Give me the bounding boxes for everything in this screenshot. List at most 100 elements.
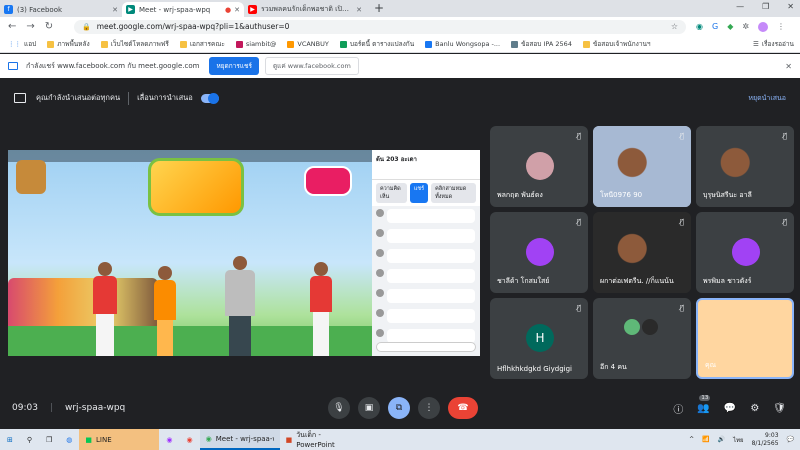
extension-icon[interactable]: ◉ (696, 22, 703, 31)
meeting-info: 09:03 | wrj-spaa-wpq (12, 403, 125, 413)
new-tab-button[interactable]: + (374, 1, 384, 15)
close-tab-icon[interactable]: ✕ (356, 6, 362, 14)
close-icon[interactable]: ✕ (785, 62, 792, 71)
volume-icon[interactable]: 🔊 (718, 436, 725, 443)
meet-control-bar: 09:03 | wrj-spaa-wpq 🎙 ▣ ⧉ ⋮ ☎ ⓘ 👥 13 💬 ⚙… (0, 387, 800, 429)
puzzle-icon[interactable]: ✲ (742, 22, 749, 31)
participant-tile[interactable]: 🎙̸ อีก 4 คน (593, 298, 691, 379)
chrome-icon[interactable]: ◉ (180, 429, 200, 450)
bookmark-item[interactable]: บอร์ดนี้ ตารางแปลงกัน (339, 39, 414, 49)
participant-tile[interactable]: คุณ (696, 298, 794, 379)
folder-icon (100, 40, 108, 48)
participant-tile[interactable]: 🎙̸ ผกาต่อเฟตรีน. //ก็แนน้น (593, 212, 691, 293)
stop-sharing-button[interactable]: หยุดการแชร์ (209, 57, 259, 75)
window-controls: — ❐ ✕ (736, 2, 794, 11)
language-indicator[interactable]: ไทย (733, 435, 744, 445)
bookmark-item[interactable]: ข้อสอบเจ้าพนักงานฯ (582, 39, 651, 49)
back-icon[interactable]: ← (8, 21, 16, 32)
messenger-icon[interactable]: ◉ (159, 429, 179, 450)
comment-bubble (387, 329, 475, 343)
taskbar-line[interactable]: ■ LINE (79, 429, 160, 450)
bookmark-apps[interactable]: ⋮⋮ แอป (8, 39, 36, 49)
url-bar[interactable]: 🔒 meet.google.com/wrj-spaa-wpq?pli=1&aut… (74, 19, 686, 34)
participant-tile[interactable]: 🎙̸ บุรุษนิสรีนะ อาลี (696, 126, 794, 207)
reading-list[interactable]: ☰ เรื่องรออ่าน (753, 39, 794, 49)
bookmark-item[interactable]: ข้อสอบ IPA 2564 (511, 39, 572, 49)
comment-item (372, 246, 480, 266)
participant-name: อีก 4 คน (600, 363, 627, 371)
present-now-icon[interactable]: ⧉ (388, 397, 410, 419)
close-tab-icon[interactable]: ✕ (234, 6, 240, 14)
lock-icon[interactable]: 🔒 (82, 23, 91, 31)
participant-tile[interactable]: 🎙̸ พลกฤต พันธ์ดง (490, 126, 588, 207)
windows-start-icon[interactable]: ⊞ (0, 429, 20, 450)
tab-share[interactable]: แชร์ (409, 183, 429, 203)
tab-meet[interactable]: ▶ Meet - wrj-spaa-wpq ● ✕ (122, 2, 244, 17)
close-window-icon[interactable]: ✕ (787, 2, 794, 11)
bookmark-star-icon[interactable]: ☆ (671, 22, 678, 31)
comment-input[interactable] (376, 342, 476, 352)
tray-chevron-icon[interactable]: ^ (689, 436, 694, 443)
hang-up-icon[interactable]: ☎ (448, 397, 478, 419)
comment-bubble (387, 269, 475, 283)
edge-icon[interactable]: ◍ (59, 429, 79, 450)
maximize-icon[interactable]: ❐ (762, 2, 769, 11)
tab-comments[interactable]: ความคิดเห็น (376, 183, 407, 203)
participant-tile[interactable]: 🎙̸ ชาลีด้า โกสมใสย์ (490, 212, 588, 293)
taskbar-meet[interactable]: ◉Meet - wrj-spaa-wpq... (199, 429, 280, 450)
participant-avatar (641, 318, 659, 336)
camera-icon[interactable]: ▣ (358, 397, 380, 419)
forward-icon[interactable]: → (26, 21, 34, 32)
tab-all[interactable]: คลิกสามหมดทั้งหมด (431, 183, 476, 203)
follow-toggle[interactable] (200, 92, 219, 104)
participant-tile[interactable]: 🎙̸ โทนี0976 90 (593, 126, 691, 207)
info-icon[interactable]: ⓘ (673, 401, 683, 416)
stop-presenting-button[interactable]: หยุดนำเสนอ (748, 93, 786, 104)
more-options-icon[interactable]: ⋮ (418, 397, 440, 419)
url-text[interactable]: meet.google.com/wrj-spaa-wpq?pli=1&authu… (97, 22, 671, 31)
bookmark-item[interactable]: Banlu Wongsopa -... (425, 40, 500, 48)
bookmark-item[interactable]: siambit@ (235, 40, 276, 48)
taskbar-powerpoint[interactable]: ■ วันเด็ก - PowerPoint (280, 429, 360, 450)
wifi-icon[interactable]: 📶 (702, 436, 709, 443)
extension-icon[interactable]: ◆ (727, 22, 733, 31)
profile-avatar[interactable] (758, 21, 769, 32)
tab-youtube[interactable]: ▶ รวมพลคนรักเด็กพอชาติ เปิดโลกนานาขึ้น ✕ (244, 2, 366, 17)
meeting-code: wrj-spaa-wpq (64, 403, 126, 413)
close-tab-icon[interactable]: ✕ (112, 6, 118, 14)
shared-screen: ต้น 203 อะเดา ความคิดเห็น แชร์ คลิกสามหม… (8, 150, 480, 356)
minimize-icon[interactable]: — (736, 2, 744, 11)
system-tray: ^ 📶 🔊 ไทย 9:03 8/1/2565 💬 (689, 432, 794, 448)
comment-bubble (387, 209, 475, 223)
bookmark-item[interactable]: เว็บไซต์โหลดภาพฟรี (100, 39, 169, 49)
participant-tile[interactable]: H 🎙̸ Hflhkhkdgkd Giydgigi (490, 298, 588, 379)
address-bar-row: ← → ↻ 🔒 meet.google.com/wrj-spaa-wpq?pli… (0, 17, 800, 36)
chat-icon[interactable]: 💬 (724, 403, 736, 414)
divider (128, 91, 130, 105)
bookmark-item[interactable]: ภาพพื้นหลัง (47, 39, 90, 49)
activities-icon[interactable]: ⚙ (750, 403, 759, 414)
task-view-icon[interactable]: ❒ (39, 429, 59, 450)
extension-icon[interactable]: G (712, 22, 718, 31)
tab-facebook[interactable]: f (3) Facebook ✕ (0, 2, 122, 17)
menu-dots-icon[interactable]: ⋮ (777, 22, 785, 31)
comment-tabs: ความคิดเห็น แชร์ คลิกสามหมดทั้งหมด (372, 180, 480, 206)
reload-icon[interactable]: ↻ (45, 21, 53, 32)
participant-tile[interactable]: 🎙̸ พรพิมล ชาวดังร์ (696, 212, 794, 293)
search-icon[interactable]: ⚲ (20, 429, 39, 450)
more-participants-avatars (623, 318, 659, 336)
extensions: ◉ G ◆ ✲ ⋮ (696, 21, 785, 32)
tab-title: รวมพลคนรักเด็กพอชาติ เปิดโลกนานาขึ้น (261, 5, 353, 13)
participant-avatar (526, 238, 554, 266)
show-tab-button[interactable]: ดูแค่ www.facebook.com (264, 57, 359, 75)
people-icon[interactable]: 👥 13 (697, 394, 711, 414)
site-icon (425, 40, 433, 48)
comment-item (372, 206, 480, 226)
bookmark-item[interactable]: VCANBUY (287, 40, 329, 48)
clock[interactable]: 9:03 8/1/2565 (752, 432, 779, 448)
mic-icon[interactable]: 🎙 (328, 397, 350, 419)
notification-icon[interactable]: 💬 (787, 436, 794, 443)
host-controls-icon[interactable]: 🛡 (773, 403, 786, 414)
meet-main: คุณกำลังนำเสนอต่อทุกคน เลื่อนการนำเสนอ ห… (0, 78, 800, 429)
bookmark-item[interactable]: เอกสารคณะ (179, 39, 225, 49)
